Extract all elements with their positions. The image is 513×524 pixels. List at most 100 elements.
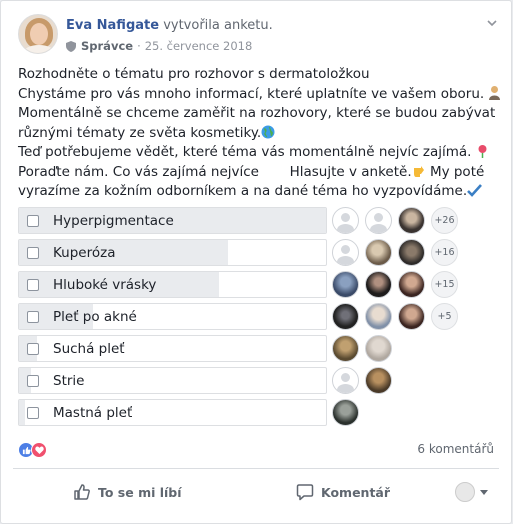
voter-avatar[interactable] [332,271,359,298]
poll-option-bar[interactable]: Pleť po akné [18,303,327,330]
text-line-1: Rozhodněte o tématu pro rozhovor s derma… [18,66,370,82]
poll-options: Hyperpigmentace +26 Kuperóza +16 Hluboké… [18,207,508,431]
poll-option[interactable]: Kuperóza +16 [18,239,508,266]
poll-checkbox[interactable] [27,407,39,419]
poll-voters[interactable]: +15 [332,271,458,298]
poll-option-fill [19,240,228,265]
post-text: Rozhodněte o tématu pro rozhovor s derma… [18,65,501,202]
post-header: Eva Nafigate vytvořila anketu. Správce ·… [18,14,499,56]
poll-option[interactable]: Hyperpigmentace +26 [18,207,508,234]
like-button[interactable]: To se mi líbí [73,477,182,507]
poll-option-label: Pleť po akné [53,309,137,325]
more-voters-count[interactable]: +26 [431,207,458,234]
voter-avatar[interactable] [332,303,359,330]
comment-button-label: Komentář [321,484,391,500]
poll-option-label: Strie [53,373,85,389]
voter-avatar[interactable] [398,303,425,330]
voter-avatar[interactable] [365,271,392,298]
comment-button[interactable]: Komentář [296,477,390,507]
text-line-3: Momentálně se chceme zaměřit na rozhovor… [18,105,496,121]
caret-down-icon [480,489,488,495]
poll-option-bar[interactable]: Suchá pleť [18,335,327,362]
globe-icon [261,125,275,138]
poll-option-label: Kuperóza [53,245,116,261]
more-voters-count[interactable]: +15 [431,271,458,298]
voter-avatar[interactable] [332,367,359,394]
chevron-down-icon[interactable] [485,16,499,30]
post-action: vytvořila anketu. [163,18,273,33]
voter-avatar[interactable] [365,239,392,266]
poll-voters[interactable]: +16 [332,239,458,266]
poll-option-bar[interactable]: Mastná pleť [18,399,327,426]
poll-option-label: Hluboké vrásky [53,277,157,293]
poll-option[interactable]: Mastná pleť [18,399,508,426]
voter-avatar[interactable] [332,335,359,362]
more-voters-count[interactable]: +16 [431,239,458,266]
poll-option-label: Suchá pleť [53,341,125,357]
reactions-summary[interactable] [18,442,47,458]
poll-voters[interactable] [332,367,398,394]
author-name[interactable]: Eva Nafigate [66,18,159,33]
voter-avatar[interactable] [398,239,425,266]
love-reaction-icon [31,442,47,458]
text-line-6c: My poté [429,163,485,180]
text-line-6b: Hlasujte v anketě. [289,163,412,180]
rose-icon [478,145,487,158]
poll-option-fill [19,400,26,425]
poll-post-card: Eva Nafigate vytvořila anketu. Správce ·… [0,0,512,524]
author-avatar[interactable] [18,14,58,54]
poll-option-bar[interactable]: Strie [18,367,327,394]
poll-checkbox[interactable] [27,343,39,355]
poll-checkbox[interactable] [27,215,39,227]
poll-voters[interactable]: +26 [332,207,458,234]
poll-voters[interactable] [332,335,398,362]
text-line-7: vyrazíme za kožním odborníkem a na dané … [18,183,468,199]
check-mark-icon [467,184,483,197]
more-voters-count[interactable]: +5 [431,303,458,330]
voter-avatar[interactable] [332,239,359,266]
like-button-label: To se mi líbí [98,484,182,500]
poll-voters[interactable]: +5 [332,303,458,330]
actions-divider [13,468,499,469]
text-line-2: Chystáme pro vás mnoho informací, které … [18,85,485,102]
meta-separator: · [137,39,141,53]
pointing-hand-icon [413,165,424,177]
poll-voters[interactable] [332,399,365,426]
role-badge: Správce [81,39,134,53]
comment-icon [296,484,314,501]
poll-checkbox[interactable] [27,279,39,291]
post-actions: To se mi líbí Komentář [13,477,499,507]
post-title-line: Eva Nafigate vytvořila anketu. [66,18,273,34]
poll-option[interactable]: Strie [18,367,508,394]
shield-icon [66,40,76,52]
text-line-5: Teď potřebujeme vědět, které téma vás mo… [18,144,472,160]
voter-avatar[interactable] [365,207,392,234]
post-meta: Správce · 25. července 2018 [66,39,252,53]
voter-avatar[interactable] [332,399,359,426]
poll-checkbox[interactable] [27,375,39,387]
post-stats: 6 komentářů [18,441,494,459]
poll-option[interactable]: Hluboké vrásky +15 [18,271,508,298]
poll-checkbox[interactable] [27,311,39,323]
poll-option-bar[interactable]: Kuperóza [18,239,327,266]
poll-option[interactable]: Suchá pleť [18,335,508,362]
voter-avatar[interactable] [398,207,425,234]
poll-option-bar[interactable]: Hluboké vrásky [18,271,327,298]
post-date[interactable]: 25. července 2018 [145,39,253,53]
page-avatar [455,482,475,502]
text-line-6a: Poraďte nám. Co vás zajímá nejvíce [18,163,259,180]
comments-count[interactable]: 6 komentářů [417,442,494,456]
post-as-selector[interactable] [455,477,488,507]
voter-avatar[interactable] [365,335,392,362]
voter-avatar[interactable] [365,303,392,330]
text-line-4: různými tématy ze světa kosmetiky. [18,124,262,141]
thumbs-up-icon [74,484,90,500]
poll-checkbox[interactable] [27,247,39,259]
voter-avatar[interactable] [365,367,392,394]
voter-avatar[interactable] [332,207,359,234]
poll-option-label: Mastná pleť [53,405,133,421]
poll-option[interactable]: Pleť po akné +5 [18,303,508,330]
voter-avatar[interactable] [398,271,425,298]
poll-option-bar[interactable]: Hyperpigmentace [18,207,327,234]
poll-option-label: Hyperpigmentace [53,213,174,229]
